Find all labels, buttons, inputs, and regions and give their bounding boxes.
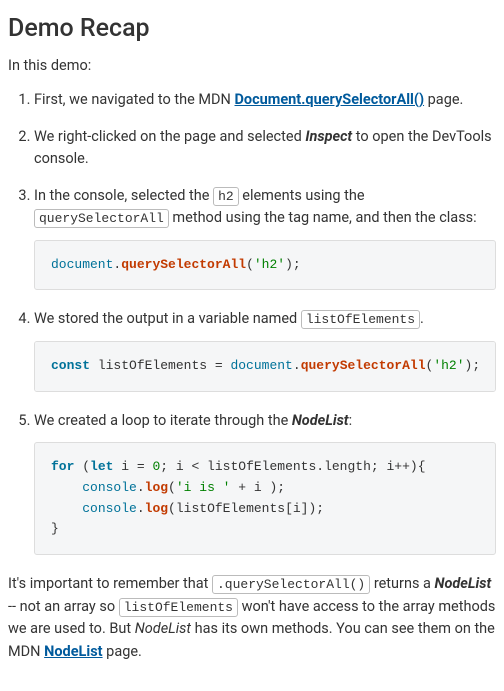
code1-doc: document [51,257,113,272]
code2-dot: . [293,358,301,373]
inline-code-qsa: querySelectorAll [34,209,169,228]
c3-l3-open: ( [168,501,176,516]
c3-for: for [51,459,74,474]
code-block-3: for (let i = 0; i < listOfElements.lengt… [34,442,496,555]
inline-code-qsa2: .querySelectorAll() [212,575,370,594]
nodelist-em1: NodeList [435,575,492,592]
c3-l1a: ( [74,459,90,474]
step-5: We created a loop to iterate through the… [34,410,496,556]
code-block-1: document.querySelectorAll('h2'); [34,240,496,291]
intro-text: In this demo: [8,55,496,77]
page-title: Demo Recap [8,10,496,49]
step-1: First, we navigated to the MDN Document.… [34,89,496,111]
c3-l2-rest: + i ); [230,480,285,495]
code1-method: querySelectorAll [121,257,246,272]
link-querySelectorAll[interactable]: Document.querySelectorAll() [235,91,425,108]
step-5-text-b: : [349,412,353,429]
code2-sp1 [90,358,98,373]
c3-l2-log: log [145,480,168,495]
step-4-text-a: We stored the output in a variable named [34,310,301,327]
closing-paragraph: It's important to remember that .querySe… [8,573,496,663]
closing-f: page. [103,643,142,660]
step-3-text-c: method using the tag name, and then the … [169,209,477,226]
code2-close: ); [465,358,481,373]
c3-let: let [90,459,113,474]
code1-open: ( [246,257,254,272]
c3-l2-dot: . [137,480,145,495]
closing-c: -- not an array so [8,598,119,615]
c3-l3-close: ); [308,501,324,516]
step-1-text-b: page. [424,91,463,108]
step-2-text-a: We right-clicked on the page and selecte… [34,128,305,145]
step-1-text-a: First, we navigated to the MDN [34,91,235,108]
link-nodelist[interactable]: NodeList [44,643,102,660]
code2-ident: listOfElements [98,358,207,373]
closing-b: returns a [370,575,434,592]
c3-l3-log: log [145,501,168,516]
code-block-2: const listOfElements = document.querySel… [34,341,496,392]
c3-l2-console: console [82,480,137,495]
c3-l2-str: 'i is ' [176,480,231,495]
step-5-text-a: We created a loop to iterate through the [34,412,292,429]
closing-a: It's important to remember that [8,575,212,592]
step-4: We stored the output in a variable named… [34,308,496,391]
step-4-text-b: . [420,310,424,327]
code1-str: 'h2' [254,257,285,272]
c3-l4: } [51,521,59,536]
step-3: In the console, selected the h2 elements… [34,185,496,291]
step-3-text-a: In the console, selected the [34,187,213,204]
code2-str: 'h2' [433,358,464,373]
inline-code-h2: h2 [213,187,239,206]
c3-l3-console: console [82,501,137,516]
code2-eq: = [207,358,230,373]
steps-list: First, we navigated to the MDN Document.… [8,89,496,555]
inline-code-listOfElements2: listOfElements [119,598,238,617]
nodelist-emphasis: NodeList [292,412,349,429]
c3-l3-dot: . [137,501,145,516]
nodelist-em2: NodeList [135,620,191,637]
code2-const: const [51,358,90,373]
step-3-text-b: elements using the [239,187,365,204]
step-2: We right-clicked on the page and selecte… [34,126,496,171]
c3-l3pad [51,501,82,516]
c3-l2pad [51,480,82,495]
c3-l1c: ; i < listOfElements.length; i++){ [160,459,425,474]
code2-method: querySelectorAll [301,358,426,373]
inspect-emphasis: Inspect [305,128,352,145]
c3-l1b: i = [113,459,152,474]
code2-doc: document [230,358,292,373]
c3-l2-open: ( [168,480,176,495]
code1-close: ); [285,257,301,272]
inline-code-listOfElements: listOfElements [301,310,420,329]
c3-l3-arg: listOfElements[i] [176,501,309,516]
